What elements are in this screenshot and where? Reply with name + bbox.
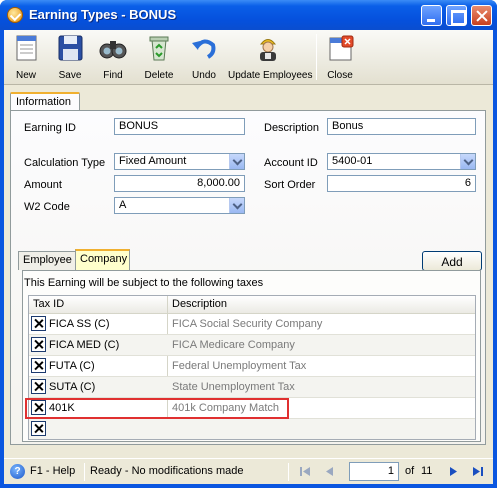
- minimize-button[interactable]: [421, 5, 442, 26]
- remove-x-icon[interactable]: [31, 337, 46, 352]
- remove-x-icon[interactable]: [31, 316, 46, 331]
- page-number-input[interactable]: 1: [349, 462, 399, 481]
- tax-id-cell: FICA MED (C): [49, 339, 120, 351]
- close-window-button[interactable]: [471, 5, 492, 26]
- tax-caption: This Earning will be subject to the foll…: [24, 277, 264, 289]
- column-header-description[interactable]: Description: [172, 298, 227, 310]
- binoculars-icon: [98, 33, 128, 63]
- table-row[interactable]: FICA SS (C) FICA Social Security Company: [29, 314, 475, 335]
- chevron-down-icon[interactable]: [229, 154, 244, 169]
- page-of-label: of: [405, 465, 415, 477]
- title-bar[interactable]: Earning Types - BONUS: [0, 0, 497, 30]
- status-separator: [84, 463, 85, 481]
- description-field[interactable]: Bonus: [327, 118, 476, 135]
- delete-button[interactable]: Delete: [139, 33, 179, 83]
- description-label: Description: [264, 122, 320, 134]
- subtab-employee[interactable]: Employee: [18, 251, 76, 270]
- tax-description-cell: Federal Unemployment Tax: [172, 360, 307, 372]
- recycle-bin-icon: [144, 33, 174, 63]
- table-row-new[interactable]: [29, 419, 475, 439]
- tax-id-cell: SUTA (C): [49, 381, 96, 393]
- first-page-icon[interactable]: [298, 464, 312, 479]
- w2-code-select[interactable]: A: [114, 197, 245, 214]
- calculation-type-select[interactable]: Fixed Amount: [114, 153, 245, 170]
- chevron-down-icon[interactable]: [229, 198, 244, 213]
- tab-information[interactable]: Information: [10, 92, 80, 111]
- w2-code-label: W2 Code: [24, 201, 70, 213]
- help-icon[interactable]: ?: [10, 464, 25, 479]
- window-title: Earning Types - BONUS: [29, 7, 177, 22]
- remove-x-icon[interactable]: [31, 358, 46, 373]
- grid-header: Tax ID Description: [29, 296, 475, 314]
- close-button[interactable]: Close: [322, 33, 358, 83]
- status-bar: ? F1 - Help Ready - No modifications mad…: [4, 458, 493, 484]
- calculation-type-label: Calculation Type: [24, 157, 106, 169]
- earning-id-field[interactable]: BONUS: [114, 118, 245, 135]
- close-document-icon: [325, 33, 355, 63]
- save-button[interactable]: Save: [50, 33, 90, 83]
- undo-button[interactable]: Undo: [184, 33, 224, 83]
- sort-order-label: Sort Order: [264, 179, 316, 191]
- find-button[interactable]: Find: [93, 33, 133, 83]
- tax-description-cell: FICA Medicare Company: [172, 339, 295, 351]
- status-message: Ready - No modifications made: [90, 465, 244, 477]
- undo-arrow-icon: [189, 33, 219, 63]
- help-label[interactable]: F1 - Help: [30, 465, 75, 477]
- last-page-icon[interactable]: [471, 464, 485, 479]
- amount-label: Amount: [24, 179, 62, 191]
- sort-order-field[interactable]: 6: [327, 175, 476, 192]
- table-row[interactable]: FICA MED (C) FICA Medicare Company: [29, 335, 475, 356]
- add-button[interactable]: Add: [422, 251, 482, 271]
- remove-x-icon[interactable]: [31, 379, 46, 394]
- column-header-tax-id[interactable]: Tax ID: [33, 298, 64, 310]
- new-button[interactable]: New: [6, 33, 46, 83]
- amount-field[interactable]: 8,000.00: [114, 175, 245, 192]
- tax-description-cell: FICA Social Security Company: [172, 318, 323, 330]
- floppy-disk-icon: [55, 33, 85, 63]
- table-row[interactable]: SUTA (C) State Unemployment Tax: [29, 377, 475, 398]
- remove-x-icon[interactable]: [31, 421, 46, 436]
- tax-id-cell: FICA SS (C): [49, 318, 110, 330]
- app-icon: [7, 7, 23, 23]
- account-id-select[interactable]: 5400-01: [327, 153, 476, 170]
- subtab-company[interactable]: Company: [75, 249, 130, 270]
- page-total: 11: [421, 465, 433, 477]
- client-area: New Save Find Delete Undo Update Employe…: [4, 30, 493, 484]
- highlight-annotation: [25, 398, 289, 419]
- employee-worker-icon: [253, 33, 283, 63]
- new-document-icon: [11, 33, 41, 63]
- app-window: Earning Types - BONUS New Save Find Dele…: [0, 0, 497, 488]
- table-row[interactable]: FUTA (C) Federal Unemployment Tax: [29, 356, 475, 377]
- toolbar: New Save Find Delete Undo Update Employe…: [4, 30, 493, 85]
- tax-description-cell: State Unemployment Tax: [172, 381, 295, 393]
- maximize-button[interactable]: [446, 5, 467, 26]
- chevron-down-icon[interactable]: [460, 154, 475, 169]
- earning-id-label: Earning ID: [24, 122, 76, 134]
- next-page-icon[interactable]: [447, 464, 461, 479]
- status-separator: [288, 463, 289, 481]
- update-employees-button[interactable]: Update Employees: [228, 33, 313, 83]
- toolbar-separator: [316, 34, 317, 80]
- previous-page-icon[interactable]: [322, 464, 336, 479]
- account-id-label: Account ID: [264, 157, 318, 169]
- tax-id-cell: FUTA (C): [49, 360, 95, 372]
